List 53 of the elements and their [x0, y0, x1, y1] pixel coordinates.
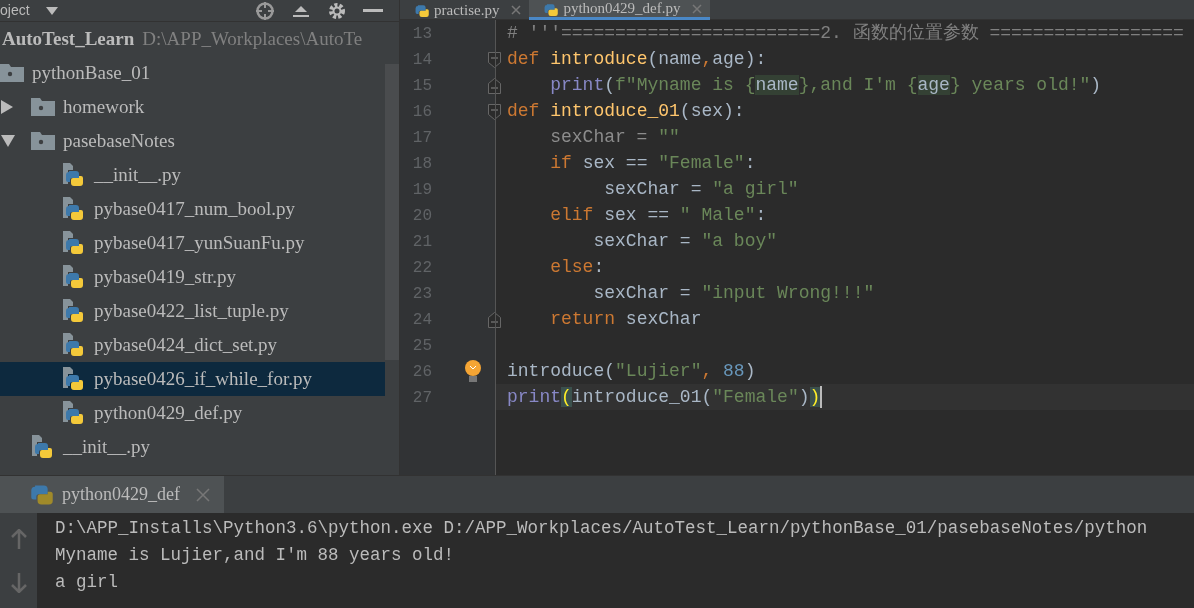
project-path: D:\APP_Workplaces\AutoTe [142, 26, 363, 51]
code-line: print(introduce_01("Female")) [495, 384, 1194, 410]
tree-item[interactable]: pybase0419_str.py [0, 260, 385, 294]
lightbulb-icon[interactable] [464, 359, 482, 383]
dropdown-icon[interactable] [45, 6, 58, 15]
minimize-icon[interactable] [363, 8, 383, 13]
tree-item[interactable]: __init__.py [0, 430, 385, 464]
code-line: sexChar = "input Wrong!!!" [495, 280, 1194, 306]
code-line: sexChar = "a girl" [495, 176, 1194, 202]
tree-item[interactable]: pybase0417_num_bool.py [0, 192, 385, 226]
scroll-up-icon[interactable] [10, 529, 27, 549]
editor-tab[interactable]: python0429_def.py [529, 0, 711, 20]
code-line: sexChar = "a boy" [495, 228, 1194, 254]
fold-icon[interactable] [488, 312, 501, 328]
console-line: D:\APP_Installs\Python3.6\python.exe D:/APP_Workplaces/AutoTest_Learn/pythonBase_01/pasebaseNotes/python [55, 517, 1149, 540]
tree-item[interactable]: __init__.py [0, 158, 385, 192]
code-line: return sexChar [495, 306, 1194, 332]
tree-item[interactable]: pythonBase_01 [0, 56, 385, 90]
code-line: def introduce_01(sex): [495, 98, 1194, 124]
run-tab[interactable]: python0429_def [0, 476, 224, 513]
scroll-down-icon[interactable] [10, 573, 27, 593]
tree-item[interactable]: pybase0426_if_while_for.py [0, 362, 385, 396]
project-name[interactable]: AutoTest_Learn [2, 24, 135, 54]
expand-arrow-icon [1, 100, 13, 114]
code-line: print(f"Myname is {name},and I'm {age} years old!") [495, 72, 1194, 98]
tree-item[interactable]: python0429_def.py [0, 396, 385, 430]
tree-item[interactable]: pybase0422_list_tuple.py [0, 294, 385, 328]
expand-arrow-icon [1, 135, 15, 147]
tree-item[interactable]: homework [0, 90, 385, 124]
target-icon[interactable] [255, 0, 275, 21]
code-line: elif sex == " Male": [495, 202, 1194, 228]
editor-tab[interactable]: practise.py [400, 0, 530, 20]
code-line: sexChar = "" [495, 124, 1194, 150]
fold-icon[interactable] [488, 104, 501, 120]
tree-item[interactable]: pybase0417_yunSuanFu.py [0, 226, 385, 260]
code-line: else: [495, 254, 1194, 280]
fold-icon[interactable] [488, 78, 501, 94]
close-icon[interactable] [196, 487, 210, 502]
settings-icon[interactable] [327, 0, 347, 21]
code-line: if sex == "Female": [495, 150, 1194, 176]
panel-title[interactable]: oject [0, 0, 30, 21]
code-line: # '''========================2. 函数的位置参数 ================== [495, 20, 1194, 46]
code-line: def introduce(name,age): [495, 46, 1194, 72]
tree-item[interactable]: pasebaseNotes [0, 124, 385, 158]
console-line: Myname is Lujier,and I'm 88 years old! [55, 544, 456, 567]
close-icon[interactable] [692, 3, 703, 14]
console-line: a girl [55, 571, 119, 594]
tree-item[interactable]: pybase0424_dict_set.py [0, 328, 385, 362]
scrollbar[interactable] [385, 64, 399, 360]
collapse-icon[interactable] [291, 3, 311, 18]
text-cursor [820, 386, 823, 409]
close-icon[interactable] [511, 5, 522, 15]
fold-icon[interactable] [488, 52, 501, 68]
